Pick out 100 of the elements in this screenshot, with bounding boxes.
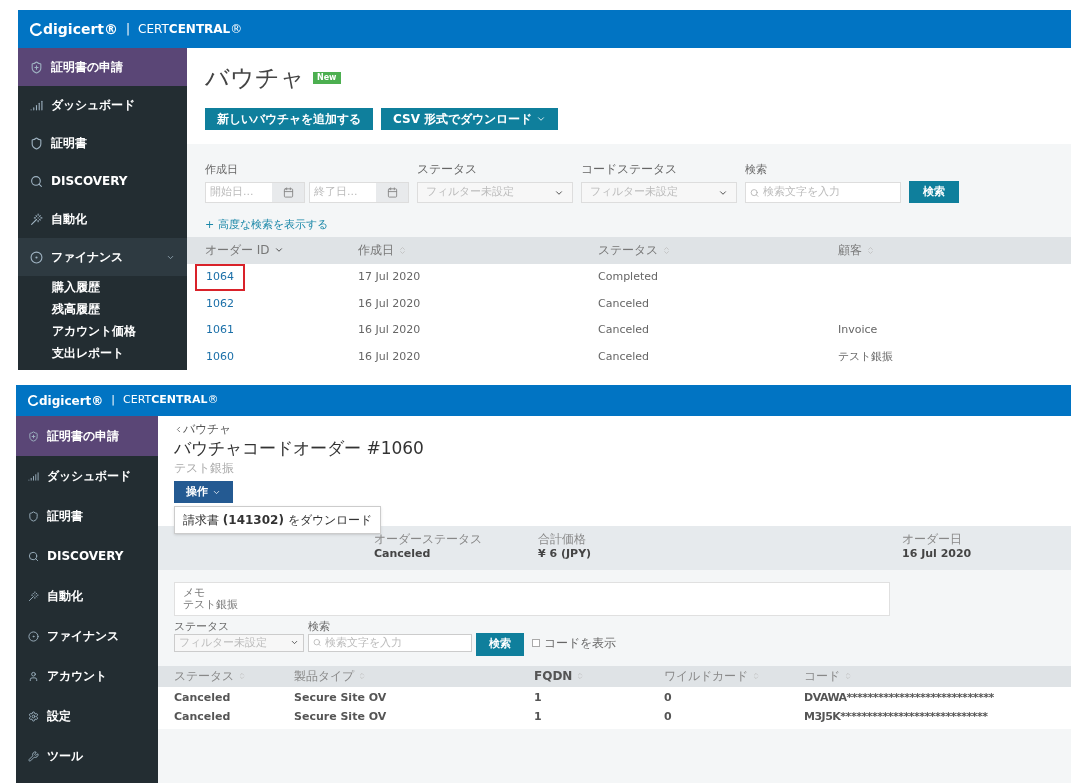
advanced-search-link[interactable]: + 高度な検索を表示する xyxy=(205,218,328,232)
search-field[interactable]: 検索文字を入力 xyxy=(308,633,472,652)
memo-text: テスト銀振 xyxy=(183,597,239,612)
logo-text: digicert® xyxy=(39,392,104,410)
sidebar-item[interactable]: ダッシュボード xyxy=(16,456,158,496)
calendar-icon xyxy=(282,187,294,199)
operations-button[interactable]: 操作 xyxy=(174,481,233,504)
checkbox-label: コードを表示 xyxy=(544,634,616,652)
table-cell-text: 0 xyxy=(664,709,673,725)
sidebar-item[interactable]: 自動化 xyxy=(18,200,187,238)
order-link[interactable]: 1064 xyxy=(195,264,245,291)
sort-icon xyxy=(238,672,246,681)
date-input[interactable]: 開始日... xyxy=(206,183,272,203)
table-cell-text: Secure Site OV xyxy=(294,690,388,706)
sidebar-item[interactable]: アカウント xyxy=(16,656,158,696)
date-field[interactable]: 開始日... xyxy=(205,182,305,204)
logo-icon xyxy=(28,395,39,406)
table-cell-text: Canceled xyxy=(598,295,650,312)
table-cell-text: テスト銀振 xyxy=(838,348,894,365)
bar-chart-icon xyxy=(30,98,43,112)
shield-plus-icon xyxy=(28,430,39,442)
field-label: 作成日 xyxy=(205,161,239,178)
calendar-icon xyxy=(386,187,398,199)
field-label: 検索 xyxy=(308,620,331,634)
logo-text: digicert® xyxy=(43,19,119,39)
stat-value: ¥ 6 (JPY) xyxy=(538,547,593,561)
menu-item[interactable]: 請求書 (141302) をダウンロード xyxy=(183,511,372,529)
search-field[interactable]: 検索文字を入力 xyxy=(745,182,901,204)
sidebar-item[interactable]: 証明書の申請 xyxy=(18,48,187,86)
search-input[interactable]: 検索文字を入力 xyxy=(763,184,896,201)
wand-icon xyxy=(30,212,43,226)
table-cell-text: Canceled xyxy=(174,709,232,725)
sidebar-item[interactable]: 設定 xyxy=(16,696,158,736)
date-field[interactable]: 終了日... xyxy=(309,182,409,204)
sort-icon xyxy=(358,672,366,681)
breadcrumb-link[interactable]: バウチャ xyxy=(174,420,231,438)
table-cell-text: 17 Jul 2020 xyxy=(358,269,422,285)
sidebar-item[interactable]: ダッシュボード xyxy=(18,86,187,124)
product-name: CERTCENTRAL® xyxy=(123,392,219,409)
table-cell-text: Invoice xyxy=(838,322,879,338)
separator: | xyxy=(126,21,131,38)
search-icon xyxy=(30,174,43,188)
circle-icon xyxy=(28,630,39,642)
sidebar-item[interactable]: 証明書 xyxy=(18,124,187,162)
sidebar-item[interactable]: 証明書 xyxy=(16,496,158,536)
action-button[interactable]: 新しいバウチャを追加する xyxy=(205,108,373,130)
sidebar-item[interactable]: 証明書の申請 xyxy=(16,416,158,456)
sidebar-item[interactable]: DISCOVERY xyxy=(18,162,187,200)
order-link[interactable]: 1060 xyxy=(195,343,245,370)
submenu-item[interactable]: 残高履歴 xyxy=(18,298,187,320)
date-input[interactable]: 終了日... xyxy=(310,183,376,203)
wand-icon xyxy=(28,590,39,602)
table-cell-text: 0 xyxy=(664,690,673,706)
bar-chart-icon xyxy=(28,470,39,482)
stat-label: オーダー日 xyxy=(902,532,963,547)
sidebar-item[interactable]: DISCOVERY xyxy=(16,536,158,576)
sidebar-item[interactable]: ファイナンス xyxy=(16,616,158,656)
search-button[interactable]: 検索 xyxy=(909,181,959,204)
submenu-item[interactable]: 支出レポート xyxy=(18,342,187,364)
product-name: CERTCENTRAL® xyxy=(138,21,243,38)
user-icon xyxy=(28,670,39,682)
action-button[interactable]: CSV 形式でダウンロード xyxy=(381,108,559,130)
search-button[interactable]: 検索 xyxy=(476,632,524,656)
table-cell-text: 1 xyxy=(534,709,543,725)
show-codes-checkbox[interactable] xyxy=(532,638,540,647)
shield-plus-icon xyxy=(30,60,43,74)
sidebar-item[interactable]: ファイナンス xyxy=(18,238,187,276)
separator: | xyxy=(111,392,116,409)
back-icon xyxy=(174,424,183,434)
calendar-button[interactable] xyxy=(376,183,408,203)
table-cell-text: Canceled xyxy=(598,322,650,338)
table-cell-text: Completed xyxy=(598,269,659,285)
sort-icon xyxy=(662,245,671,255)
column-header[interactable]: 作成日 xyxy=(358,241,598,260)
gear-icon xyxy=(28,710,39,722)
sort-icon xyxy=(576,672,585,681)
submenu-item[interactable]: 購入履歴 xyxy=(18,276,187,298)
field-label: ステータス xyxy=(417,161,478,179)
column-header[interactable]: ステータス xyxy=(598,241,838,260)
calendar-button[interactable] xyxy=(272,183,304,203)
sidebar-item[interactable]: ツール xyxy=(16,736,158,776)
sidebar-item[interactable]: 自動化 xyxy=(16,576,158,616)
wrench-icon xyxy=(28,750,39,762)
stat-value: Canceled xyxy=(374,547,432,561)
order-link[interactable]: 1061 xyxy=(195,317,245,344)
table-cell-text: M3J5K**************************** xyxy=(804,709,989,725)
order-link[interactable]: 1062 xyxy=(195,290,245,317)
page-title: バウチャコードオーダー #1060 xyxy=(174,438,424,460)
memo-label: メモ xyxy=(183,586,206,598)
stat-label: 合計価格 xyxy=(538,532,587,547)
page-title: バウチャ xyxy=(205,63,305,94)
shield-icon xyxy=(28,510,39,522)
column-header[interactable]: FQDN xyxy=(534,667,664,686)
submenu-item[interactable]: アカウント価格 xyxy=(18,320,187,342)
column-header[interactable]: 顧客 xyxy=(838,241,1071,260)
circle-icon xyxy=(30,250,43,264)
table-cell-text: DVAWA**************************** xyxy=(804,690,995,706)
sort-icon xyxy=(752,672,760,681)
search-input[interactable]: 検索文字を入力 xyxy=(325,634,467,651)
search-icon xyxy=(313,638,322,648)
